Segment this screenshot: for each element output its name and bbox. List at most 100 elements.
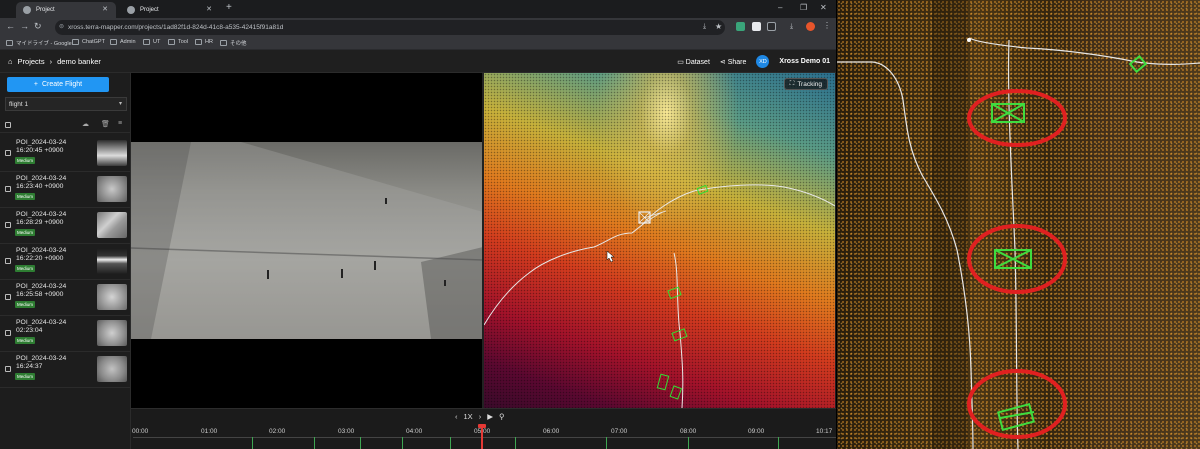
new-tab-button[interactable]: + (226, 2, 232, 13)
item-checkbox[interactable] (5, 294, 11, 300)
flight-select[interactable]: flight 1 ▾ (5, 97, 127, 111)
timeline-tick: 09:00 (748, 428, 765, 435)
chatgpt-icon (72, 39, 79, 45)
item-checkbox[interactable] (5, 366, 11, 372)
tab-project[interactable]: Project ✕ (120, 2, 220, 18)
item-checkbox[interactable] (5, 186, 11, 192)
breadcrumb: ⌂ Projects › demo banker (8, 57, 101, 66)
share-button[interactable]: ⋖ Share (720, 58, 747, 66)
poi-marker[interactable] (402, 437, 403, 449)
list-item[interactable]: POI_2024-03-24 16:20:45 +0900 Medium (0, 136, 131, 172)
folder-icon: ▭ (677, 58, 684, 66)
tab-favicon-icon (23, 6, 31, 14)
list-item[interactable]: POI_2024-03-24 16:22:20 +0900 Medium (0, 244, 131, 280)
menu-kebab-icon[interactable]: ⋮ (823, 21, 831, 30)
list-item[interactable]: POI_2024-03-24 16:23:40 +0900 Medium (0, 172, 131, 208)
timeline[interactable]: ‹ 1X › ▶ ⚲ 00:00 01:00 02:00 03:00 04:00… (131, 408, 836, 449)
extension-icon[interactable] (752, 22, 761, 31)
breadcrumb-projects[interactable]: Projects (18, 57, 45, 66)
item-checkbox[interactable] (5, 330, 11, 336)
extension-icon[interactable] (736, 22, 745, 31)
plus-icon: + (33, 81, 38, 88)
poi-marker[interactable] (252, 437, 253, 449)
video-marker (385, 198, 387, 204)
poi-marker[interactable] (450, 437, 451, 449)
timeline-track[interactable] (133, 437, 836, 438)
poi-time: 16:22:20 +0900 (16, 255, 64, 262)
timeline-tick: 02:00 (269, 428, 286, 435)
tab-project-active[interactable]: Project ✕ (16, 2, 116, 18)
avatar[interactable]: XD (756, 55, 770, 68)
video-marker (267, 270, 269, 279)
create-flight-button[interactable]: + Create Flight (7, 77, 109, 92)
chevron-down-icon: ▾ (118, 101, 122, 107)
chevron-right-icon: › (49, 57, 53, 66)
user-name[interactable]: Xross Demo 01 (779, 58, 830, 65)
tracking-button[interactable]: ⛶ Tracking (783, 78, 828, 90)
item-checkbox[interactable] (5, 258, 11, 264)
poi-marker[interactable] (688, 437, 689, 449)
home-icon[interactable]: ⌂ (8, 57, 13, 66)
item-checkbox[interactable] (5, 150, 11, 156)
poi-thumbnail (97, 320, 127, 346)
item-checkbox[interactable] (5, 222, 11, 228)
close-window-button[interactable]: ✕ (820, 3, 827, 12)
play-icon[interactable]: ▶ (487, 412, 493, 421)
poi-thumbnail (97, 176, 127, 202)
poi-marker[interactable] (515, 437, 516, 449)
list-item[interactable]: POI_2024-03-24 16:28:29 +0900 Medium (0, 208, 131, 244)
downloads-icon[interactable]: ⤓ (790, 23, 793, 31)
bookmark-label: マイドライブ - Google... (16, 41, 77, 47)
location-pin-icon[interactable]: ⚲ (499, 412, 505, 421)
site-info-icon[interactable]: ⊜ (59, 23, 64, 30)
extensions-puzzle-icon[interactable] (767, 22, 776, 31)
bookmark-item[interactable]: ChatGPT (72, 39, 105, 45)
back-icon[interactable]: ← (6, 21, 15, 31)
playhead[interactable] (478, 424, 486, 449)
list-item[interactable]: POI_2024-03-24 16:24:37 Medium (0, 352, 131, 388)
drive-icon (6, 40, 13, 46)
address-bar[interactable]: ⊜ xross.terra-mapper.com/projects/1ad82f1… (55, 20, 725, 35)
point-cloud-viewer[interactable]: ⛶ Tracking (484, 73, 835, 408)
cloud-download-icon[interactable]: ☁ (82, 120, 89, 128)
trash-icon[interactable]: 🗑 (101, 120, 110, 128)
poi-name: POI_2024-03-24 (16, 319, 67, 326)
poi-marker[interactable] (314, 437, 315, 449)
quality-badge: Medium (15, 265, 36, 272)
bookmark-item[interactable]: マイドライブ - Google... (6, 39, 76, 47)
speed-decrease-icon[interactable]: ‹ (455, 412, 458, 421)
bookmark-item[interactable]: その他 (220, 39, 247, 47)
poi-name: POI_2024-03-24 (16, 355, 67, 362)
poi-time: 16:28:29 +0900 (16, 219, 64, 226)
sort-icon[interactable]: ≡ (118, 120, 122, 127)
select-all-checkbox[interactable] (5, 122, 11, 128)
poi-time: 16:23:40 +0900 (16, 183, 64, 190)
video-marker (374, 261, 376, 270)
bookmark-item[interactable]: Admin (110, 39, 136, 45)
poi-name: POI_2024-03-24 (16, 211, 67, 218)
bookmark-item[interactable]: UT (143, 39, 160, 45)
bookmark-item[interactable]: Tool (168, 39, 188, 45)
tab-close-icon[interactable]: ✕ (206, 5, 212, 13)
bookmark-item[interactable]: HR (195, 39, 213, 45)
download-icon[interactable]: ⤓ (703, 23, 706, 31)
forward-icon[interactable]: → (20, 21, 29, 31)
minimize-button[interactable]: – (778, 3, 782, 12)
poi-marker[interactable] (606, 437, 607, 449)
quality-badge: Medium (15, 301, 36, 308)
maximize-button[interactable]: ❐ (800, 3, 807, 12)
poi-name: POI_2024-03-24 (16, 283, 67, 290)
poi-marker[interactable] (360, 437, 361, 449)
reload-icon[interactable]: ↻ (34, 21, 42, 32)
speed-value: 1X (463, 412, 473, 421)
profile-avatar-icon[interactable] (806, 22, 815, 31)
video-player[interactable] (131, 73, 483, 408)
dataset-button[interactable]: ▭ Dataset (677, 58, 710, 66)
poi-marker[interactable] (778, 437, 779, 449)
bookmark-star-icon[interactable]: ★ (715, 22, 722, 31)
list-item[interactable]: POI_2024-03-24 02:23:04 Medium (0, 316, 131, 352)
tab-close-icon[interactable]: ✕ (102, 5, 108, 13)
bookmarks-bar: マイドライブ - Google... ChatGPT Admin UT Tool… (0, 37, 836, 50)
list-item[interactable]: POI_2024-03-24 16:25:58 +0900 Medium (0, 280, 131, 316)
speed-increase-icon[interactable]: › (479, 412, 482, 421)
